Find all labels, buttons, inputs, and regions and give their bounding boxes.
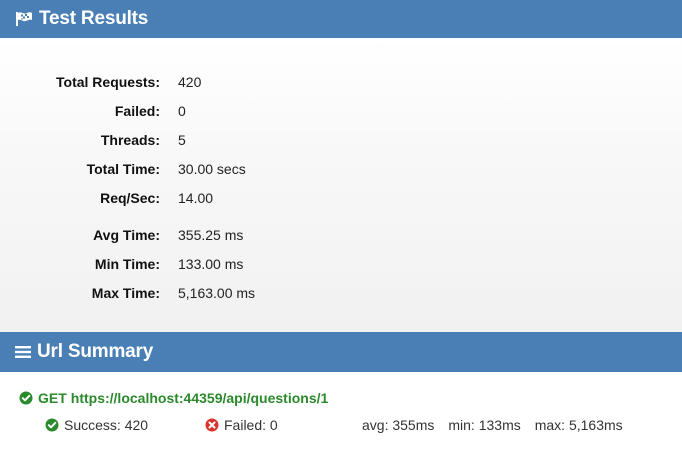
stat-label: Failed: [114,102,160,119]
avg-time: avg: 355ms [362,417,435,433]
stat-total-time: Total Time: 30.00 secs [0,154,682,183]
timing-stats: avg: 355ms min: 133ms max: 5,163ms [362,417,623,433]
url-summary-header: Url Summary [0,332,682,372]
test-results-header: Test Results [0,0,682,38]
url-path: https://localhost:44359/api/questions/1 [70,390,329,406]
test-results-body: Total Requests: 420 Failed: 0 Threads: 5… [0,38,682,332]
stat-avg-time: Avg Time: 355.25 ms [0,220,682,249]
failed-count: Failed: 0 [205,417,278,433]
stat-value: 5 [178,131,186,148]
stat-value: 355.25 ms [178,226,244,243]
stat-label: Min Time: [94,255,160,272]
url-entry-summary: Success: 420 Failed: 0 avg: 355ms min: 1… [0,414,682,436]
stat-failed: Failed: 0 [0,96,682,125]
stat-threads: Threads: 5 [0,125,682,154]
test-results-title: Test Results [39,8,149,29]
stat-total-requests: Total Requests: 420 [0,67,682,96]
failed-label: Failed: 0 [224,417,278,433]
stat-value: 30.00 secs [178,160,246,177]
stat-min-time: Min Time: 133.00 ms [0,249,682,278]
flag-icon [15,11,33,27]
success-label: Success: 420 [64,417,149,433]
stat-label: Total Time: [86,160,160,177]
list-icon [15,345,31,359]
stat-max-time: Max Time: 5,163.00 ms [0,278,682,307]
check-circle-icon [45,418,59,432]
stat-value: 14.00 [178,189,214,206]
url-entry-title[interactable]: GET https://localhost:44359/api/question… [0,388,682,408]
success-count: Success: 420 [45,417,148,433]
check-circle-icon [19,391,33,405]
test-results-panel: Test Results Total Requests: 420 Failed:… [0,0,682,332]
url-summary-title: Url Summary [37,341,154,362]
stat-label: Max Time: [91,284,160,301]
stat-label: Total Requests: [56,73,160,90]
max-time: max: 5,163ms [534,417,623,433]
stat-label: Avg Time: [93,226,160,243]
stat-req-sec: Req/Sec: 14.00 [0,183,682,212]
url-method: GET [38,390,67,406]
url-summary-panel: Url Summary GET https://localhost:44359/… [0,332,682,451]
url-summary-body: GET https://localhost:44359/api/question… [0,372,682,451]
stat-value: 5,163.00 ms [178,284,256,301]
min-time: min: 133ms [448,417,521,433]
stat-value: 133.00 ms [178,255,244,272]
stat-value: 420 [178,73,202,90]
stat-label: Threads: [100,131,160,148]
stat-value: 0 [178,102,186,119]
stat-label: Req/Sec: [100,189,160,206]
times-circle-icon [205,418,219,432]
